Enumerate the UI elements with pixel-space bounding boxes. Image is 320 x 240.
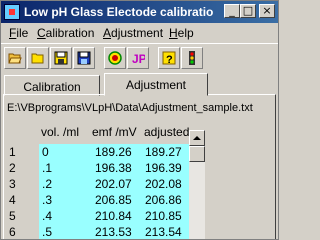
- tab-calibration[interactable]: Calibration: [4, 75, 100, 96]
- jp-icon-text: JP: [132, 52, 145, 65]
- row-number: 5: [9, 209, 16, 223]
- open-folder-icon: [8, 53, 22, 64]
- maximize-button[interactable]: □: [240, 4, 256, 18]
- save-disk-blue-icon: [77, 51, 91, 65]
- cell-emf[interactable]: 196.38: [95, 161, 132, 175]
- row-number: 3: [9, 177, 16, 191]
- cell-emf[interactable]: 189.26: [95, 145, 132, 159]
- open-folder-yellow-icon: [31, 53, 44, 64]
- cell-adjusted[interactable]: 213.54: [145, 225, 182, 239]
- target-icon: [108, 51, 122, 65]
- cell-adjusted[interactable]: 202.08: [145, 177, 182, 191]
- cell-vol[interactable]: .1: [42, 161, 52, 175]
- table-row[interactable]: 3 .2 202.07 202.08: [5, 176, 191, 192]
- jp-button[interactable]: JP: [127, 47, 149, 69]
- table-row[interactable]: 5 .4 210.84 210.85: [5, 208, 191, 224]
- traffic-light-icon: [189, 51, 195, 65]
- cell-vol[interactable]: .2: [42, 177, 52, 191]
- window-title: Low pH Glass Electode calibration: [24, 5, 214, 19]
- cell-vol[interactable]: .4: [42, 209, 52, 223]
- title-bar[interactable]: Low pH Glass Electode calibration _ □ ×: [1, 1, 278, 23]
- cell-adjusted[interactable]: 196.39: [145, 161, 182, 175]
- cell-vol[interactable]: .3: [42, 193, 52, 207]
- jp-icon: JP: [132, 52, 145, 65]
- menu-adjustment[interactable]: Adjustment: [103, 26, 163, 40]
- help-button[interactable]: ?: [158, 47, 180, 69]
- grid-vertical-scrollbar[interactable]: [189, 130, 205, 239]
- row-number: 1: [9, 145, 16, 159]
- cell-vol[interactable]: .5: [42, 225, 52, 239]
- cell-adjusted[interactable]: 206.86: [145, 193, 182, 207]
- close-button[interactable]: ×: [259, 4, 275, 18]
- tab-strip: Calibration Adjustment: [1, 73, 278, 96]
- cell-vol[interactable]: 0: [42, 145, 49, 159]
- cell-adjusted[interactable]: 210.85: [145, 209, 182, 223]
- table-row[interactable]: 4 .3 206.85 206.86: [5, 192, 191, 208]
- table-row[interactable]: 6 .5 213.53 213.54: [5, 224, 191, 239]
- column-header-emf: emf /mV: [92, 125, 137, 139]
- scroll-thumb[interactable]: [189, 146, 205, 162]
- cell-emf[interactable]: 210.84: [95, 209, 132, 223]
- cell-adjusted[interactable]: 189.27: [145, 145, 182, 159]
- menu-calibration[interactable]: Calibration: [37, 26, 94, 40]
- cell-emf[interactable]: 202.07: [95, 177, 132, 191]
- file-path-label: E:\VBprograms\VLpH\Data\Adjustment_sampl…: [7, 102, 253, 114]
- menu-file[interactable]: File: [9, 26, 28, 40]
- target-button[interactable]: [104, 47, 126, 69]
- scroll-up-button[interactable]: [189, 130, 205, 146]
- toolbar: JP ?: [1, 43, 278, 71]
- app-icon: [4, 4, 20, 20]
- help-icon-text: ?: [166, 54, 173, 65]
- tab-adjustment[interactable]: Adjustment: [104, 73, 208, 96]
- traffic-light-button[interactable]: [181, 47, 203, 69]
- data-grid[interactable]: vol. /ml emf /mV adjusted 1 0 189.26 189.27…: [5, 125, 205, 239]
- row-number: 6: [9, 225, 16, 239]
- save-yellow-button[interactable]: [50, 47, 72, 69]
- save-blue-button[interactable]: [73, 47, 95, 69]
- row-number: 4: [9, 193, 16, 207]
- table-row[interactable]: 2 .1 196.38 196.39: [5, 160, 191, 176]
- column-header-adjusted: adjusted: [144, 125, 190, 139]
- cell-emf[interactable]: 213.53: [95, 225, 132, 239]
- open-file-button[interactable]: [4, 47, 26, 69]
- help-icon: ?: [162, 51, 176, 65]
- open-yellow-button[interactable]: [27, 47, 49, 69]
- row-number: 2: [9, 161, 16, 175]
- table-row[interactable]: 1 0 189.26 189.27: [5, 144, 191, 160]
- minimize-button[interactable]: _: [224, 4, 240, 18]
- menu-help[interactable]: Help: [169, 26, 194, 40]
- column-header-vol: vol. /ml: [41, 125, 80, 139]
- cell-emf[interactable]: 206.85: [95, 193, 132, 207]
- menu-bar: File Calibration Adjustment Help: [1, 24, 278, 42]
- save-disk-yellow-icon: [54, 51, 68, 65]
- app-window: Low pH Glass Electode calibration _ □ × …: [0, 0, 279, 240]
